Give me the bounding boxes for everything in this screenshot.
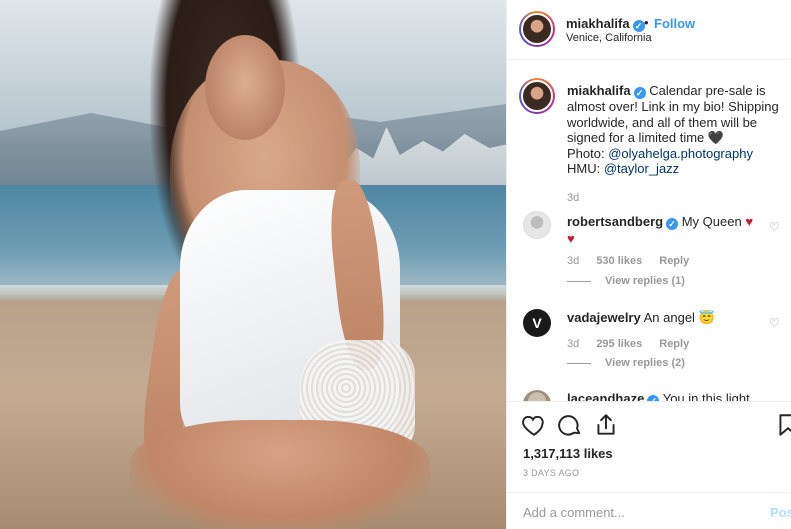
comment-likes[interactable]: 530 likes [596, 255, 642, 267]
verified-badge-icon: ✓ [666, 218, 679, 230]
caption-username[interactable]: miakhalifa [567, 83, 631, 98]
commenter-avatar[interactable]: V [523, 309, 551, 337]
comment-text: robertsandberg ✓ My Queen ♥ ♥ [567, 213, 757, 247]
author-username-text[interactable]: miakhalifa [566, 16, 630, 31]
comment-time: 3d [567, 255, 580, 267]
save-bookmark-icon[interactable] [775, 412, 791, 438]
caption-time: 3d [567, 192, 580, 204]
comment-meta: 3d 295 likes Reply [567, 338, 703, 350]
view-replies-button[interactable]: View replies (1) [567, 275, 685, 287]
commenter-avatar[interactable] [523, 211, 551, 239]
author-avatar[interactable] [519, 11, 555, 47]
post-header: miakhalifa ✓ • Follow Venice, California [507, 0, 791, 60]
reply-button[interactable]: Reply [659, 255, 689, 267]
comment-meta: 3d 530 likes Reply [567, 255, 703, 267]
author-username[interactable]: miakhalifa ✓ [566, 16, 645, 32]
commenter-username[interactable]: robertsandberg [567, 214, 663, 229]
like-count[interactable]: 1,317,113 likes [523, 446, 613, 461]
photo-face [205, 35, 285, 140]
header-separator: • [644, 15, 649, 30]
avatar-letter: V [532, 315, 542, 331]
caption-text: miakhalifa ✓ Calendar pre-sale is almost … [567, 83, 782, 177]
post-photo[interactable] [0, 0, 506, 529]
post-timestamp: 3 DAYS AGO [523, 468, 580, 478]
add-comment-input[interactable] [523, 502, 753, 522]
caption-avatar[interactable] [519, 78, 555, 114]
replies-line [567, 362, 591, 364]
photographer-mention-link[interactable]: @olyahelga.photography [608, 146, 753, 161]
view-replies-button[interactable]: View replies (2) [567, 357, 685, 369]
reply-button[interactable]: Reply [659, 338, 689, 350]
commenter-username[interactable]: laceandhaze [567, 391, 644, 401]
verified-badge-icon: ✓ [632, 20, 645, 32]
comment-body: My Queen [681, 214, 742, 229]
caption-photo-prefix: Photo: [567, 145, 609, 161]
photo-legs [130, 420, 430, 529]
follow-button[interactable]: Follow [654, 16, 695, 31]
comment-like-heart-icon[interactable]: ♡ [769, 317, 781, 329]
comment-time: 3d [567, 338, 580, 350]
comment-body: You in this light [662, 391, 750, 401]
replies-line [567, 280, 591, 282]
verified-badge-icon: ✓ [633, 87, 646, 99]
comments-list[interactable]: miakhalifa ✓ Calendar pre-sale is almost … [507, 61, 791, 401]
location-link[interactable]: Venice, California [566, 32, 652, 44]
comment-like-heart-icon[interactable]: ♡ [769, 221, 781, 233]
comment-likes[interactable]: 295 likes [596, 338, 642, 350]
view-replies-label[interactable]: View replies (2) [605, 357, 685, 369]
view-replies-label[interactable]: View replies (1) [605, 275, 685, 287]
comment-bubble-icon[interactable] [557, 412, 583, 438]
commenter-username[interactable]: vadajewelry [567, 310, 641, 325]
commenter-avatar[interactable] [523, 390, 551, 401]
comment-text: vadajewelry An angel 😇 [567, 309, 757, 326]
comment-body: An angel 😇 [643, 310, 715, 325]
comment-text: laceandhaze ✓ You in this light [567, 390, 772, 401]
post-side-panel: miakhalifa ✓ • Follow Venice, California … [506, 0, 791, 529]
post-actions: 1,317,113 likes 3 DAYS AGO Post [507, 401, 791, 529]
caption-hmu-prefix: HMU: [567, 161, 604, 176]
hmu-mention-link[interactable]: @taylor_jazz [604, 161, 679, 176]
share-icon[interactable] [593, 412, 619, 438]
like-heart-icon[interactable] [521, 412, 547, 438]
add-comment-bar: Post [507, 492, 791, 529]
post-comment-button[interactable]: Post [770, 505, 791, 520]
